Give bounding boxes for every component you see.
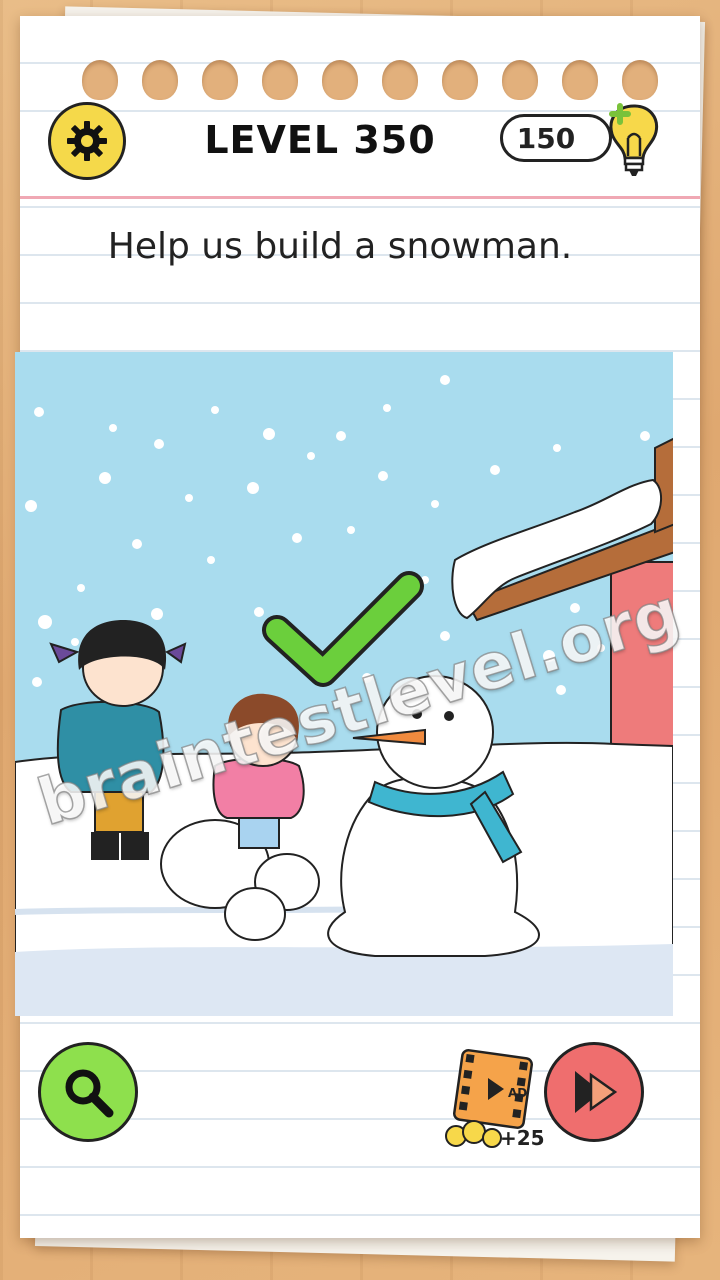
fast-forward-icon xyxy=(575,1071,618,1113)
hint-button[interactable] xyxy=(38,1042,138,1142)
binder-hole xyxy=(562,60,598,100)
magnifier-icon xyxy=(65,1069,114,1118)
binder-hole xyxy=(262,60,298,100)
level-title: LEVEL 350 xyxy=(204,118,436,162)
binder-hole xyxy=(142,60,178,100)
hint-counter: 150 xyxy=(500,114,612,162)
binder-hole xyxy=(322,60,358,100)
binder-hole xyxy=(442,60,478,100)
gear-icon xyxy=(67,121,107,161)
binder-hole xyxy=(382,60,418,100)
settings-button[interactable] xyxy=(48,102,126,180)
level-question: Help us build a snowman. xyxy=(107,226,573,267)
skip-level-button[interactable] xyxy=(544,1042,644,1142)
binder-hole xyxy=(202,60,238,100)
ad-reward-label: +25 xyxy=(500,1126,545,1150)
binder-hole xyxy=(502,60,538,100)
margin-line xyxy=(20,196,700,199)
binder-hole xyxy=(82,60,118,100)
lightbulb-plus-icon[interactable] xyxy=(598,92,670,188)
ad-badge: AD xyxy=(508,1086,528,1100)
